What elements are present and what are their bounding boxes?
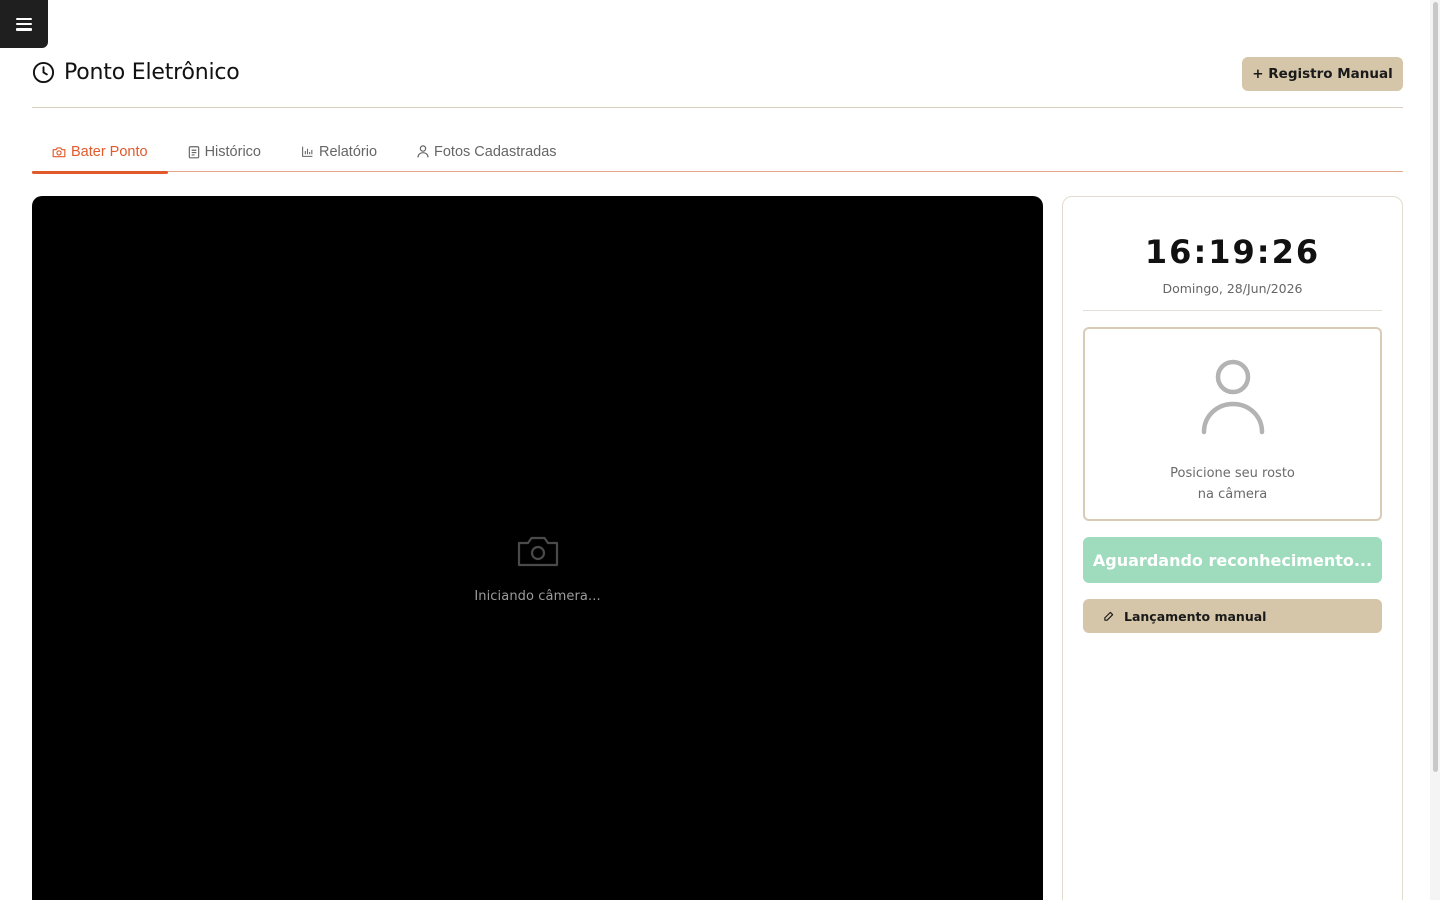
manual-launch-label: Lançamento manual xyxy=(1124,608,1267,624)
page-title-text: Ponto Eletrônico xyxy=(64,60,240,85)
tab-bater-ponto[interactable]: Bater Ponto xyxy=(32,131,168,174)
camera-viewport: Iniciando câmera... xyxy=(32,196,1043,900)
user-icon xyxy=(417,145,429,158)
tab-relatorio[interactable]: Relatório xyxy=(281,131,397,172)
manual-launch-button[interactable]: Lançamento manual xyxy=(1083,599,1382,633)
bar-chart-icon xyxy=(302,146,313,157)
face-hint-line: na câmera xyxy=(1197,487,1268,502)
divider xyxy=(1083,310,1382,311)
tab-label: Histórico xyxy=(204,143,261,160)
punch-side-panel: 16:19:26 Domingo, 28/Jun/2026 Posicione … xyxy=(1062,196,1403,900)
page-title: Ponto Eletrônico xyxy=(32,60,240,85)
page-header: Ponto Eletrônico + Registro Manual xyxy=(32,56,1403,108)
manual-register-button[interactable]: + Registro Manual xyxy=(1242,57,1403,91)
camera-placeholder: Iniciando câmera... xyxy=(32,534,1043,604)
face-recognition-box: Posicione seu rosto na câmera xyxy=(1083,327,1382,521)
page-scrollbar[interactable] xyxy=(1430,0,1440,900)
current-date: Domingo, 28/Jun/2026 xyxy=(1162,281,1303,296)
camera-icon xyxy=(52,146,66,157)
hamburger-menu-icon xyxy=(16,17,32,31)
current-time: 16:19:26 xyxy=(1144,233,1321,271)
tab-bar: Bater Ponto Histórico Relatório Fotos Ca… xyxy=(32,131,1403,174)
tab-fotos-cadastradas[interactable]: Fotos Cadastradas xyxy=(397,131,577,172)
person-icon xyxy=(1201,359,1264,435)
tab-historico[interactable]: Histórico xyxy=(168,131,281,172)
menu-toggle-button[interactable] xyxy=(0,0,48,48)
clock-icon xyxy=(32,61,55,84)
scrollbar-thumb[interactable] xyxy=(1433,2,1438,772)
tab-label: Relatório xyxy=(318,143,378,160)
clipboard-icon xyxy=(188,145,199,158)
recognition-status-button[interactable]: Aguardando reconhecimento... xyxy=(1083,537,1382,583)
camera-status-text: Iniciando câmera... xyxy=(474,589,601,604)
pencil-icon xyxy=(1104,611,1114,621)
face-hint-line: Posicione seu rosto xyxy=(1170,466,1295,481)
face-hint: Posicione seu rosto na câmera xyxy=(1170,463,1295,505)
camera-icon xyxy=(517,536,558,567)
tab-label: Bater Ponto xyxy=(71,143,148,160)
tab-label: Fotos Cadastradas xyxy=(434,143,557,160)
